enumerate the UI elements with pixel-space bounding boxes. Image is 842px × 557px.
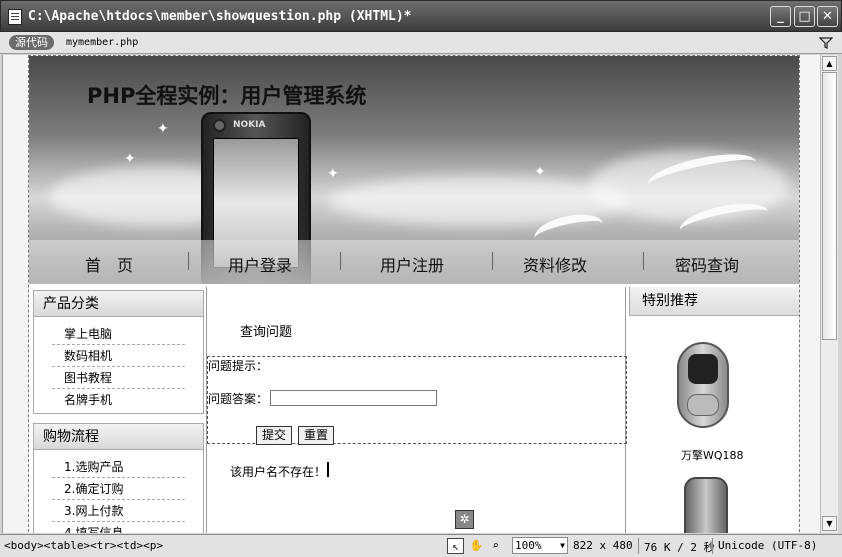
question-hint-label: 问题提示： [208, 359, 269, 373]
flow-item[interactable]: 1.选购产品 [52, 456, 185, 478]
main-content: 查询问题 问题提示： 问题答案： 提交 重置 该用户名不存在！ ✲ [206, 287, 627, 533]
page-table: ✦ ✦ ✦ ✦ PHP全程实例：用户管理系统 NOKIA 首 页 用户登录 用户… [28, 55, 800, 533]
scroll-down-icon[interactable]: ▼ [822, 516, 837, 531]
nav-login[interactable]: 用户登录 [228, 252, 292, 276]
window-title: C:\Apache\htdocs\member\showquestion.php… [28, 9, 412, 24]
nav-separator [188, 252, 189, 270]
encoding: Unicode (UTF-8) [718, 539, 818, 552]
submit-button[interactable]: 提交 [256, 426, 293, 445]
featured-title: 特别推荐 [629, 287, 799, 316]
header-banner: ✦ ✦ ✦ ✦ PHP全程实例：用户管理系统 NOKIA 首 页 用户登录 用户… [29, 56, 799, 284]
reset-button[interactable]: 重置 [298, 426, 335, 445]
window-title-bar: C:\Apache\htdocs\member\showquestion.php… [0, 0, 842, 32]
minimize-button[interactable]: _ [770, 6, 791, 27]
nav-edit-profile[interactable]: 资料修改 [523, 252, 587, 276]
product-screen [688, 354, 718, 384]
category-item[interactable]: 图书教程 [52, 367, 185, 389]
filter-icon[interactable] [819, 36, 833, 50]
sparkle-icon: ✦ [124, 151, 136, 167]
tag-selector[interactable]: <body><table><tr><td><p> [4, 539, 163, 552]
window-size[interactable]: 822 x 480 [573, 539, 633, 552]
zoom-value: 100% [515, 539, 542, 552]
product-keypad [687, 394, 719, 416]
category-item[interactable]: 名牌手机 [52, 389, 185, 411]
flow-item[interactable]: 4.填写信息 [52, 522, 185, 533]
nav-register[interactable]: 用户注册 [380, 252, 444, 276]
document-icon [8, 9, 22, 25]
product-image[interactable] [677, 342, 729, 428]
status-separator [712, 538, 713, 554]
status-separator [638, 538, 639, 554]
category-item[interactable]: 数码相机 [52, 345, 185, 367]
nav-password-query[interactable]: 密码查询 [675, 252, 739, 276]
product-image[interactable] [684, 477, 728, 533]
right-sidebar: 特别推荐 万擎WQ188 [629, 287, 799, 533]
nav-separator [340, 252, 341, 270]
product-categories-box: 产品分类 掌上电脑 数码相机 图书教程 名牌手机 [33, 290, 204, 414]
nav-separator [492, 252, 493, 270]
pointer-tool-icon[interactable]: ↖ [447, 538, 464, 554]
sparkle-icon: ✦ [157, 121, 169, 137]
nav-home[interactable]: 首 页 [85, 252, 133, 276]
page-title: 查询问题 [240, 325, 293, 340]
hand-tool-icon[interactable]: ✋ [468, 538, 485, 554]
error-message: 该用户名不存在！ [230, 465, 327, 479]
related-file-link[interactable]: mymember.php [66, 37, 138, 48]
nav-separator [643, 252, 644, 270]
maximize-button[interactable]: □ [794, 6, 815, 27]
phone-brand: NOKIA [233, 120, 266, 130]
answer-input[interactable] [270, 390, 437, 406]
zoom-tool-icon[interactable]: ⌕ [487, 538, 504, 554]
question-form: 问题提示： 问题答案： 提交 重置 [207, 356, 627, 445]
categories-title: 产品分类 [34, 291, 203, 317]
camera-icon [213, 119, 226, 132]
left-sidebar: 产品分类 掌上电脑 数码相机 图书教程 名牌手机 购物流程 1.选购产品 2.确… [33, 290, 204, 533]
text-cursor [327, 462, 329, 477]
sparkle-icon: ✦ [534, 164, 546, 180]
chevron-down-icon: ▼ [560, 541, 565, 550]
flow-item[interactable]: 3.网上付款 [52, 500, 185, 522]
scroll-thumb[interactable] [822, 72, 837, 340]
scroll-up-icon[interactable]: ▲ [822, 56, 837, 71]
status-bar: <body><table><tr><td><p> ↖ ✋ ⌕ 100% ▼ 82… [0, 534, 842, 557]
banner-title: PHP全程实例：用户管理系统 [87, 84, 367, 108]
answer-label: 问题答案： [208, 392, 269, 406]
product-name[interactable]: 万擎WQ188 [681, 447, 744, 463]
script-anchor-icon[interactable]: ✲ [455, 510, 474, 529]
category-item[interactable]: 掌上电脑 [52, 323, 185, 345]
download-size: 76 K / 2 秒 [644, 541, 715, 554]
flow-item[interactable]: 2.确定订购 [52, 478, 185, 500]
related-files-bar: 源代码 mymember.php [0, 32, 842, 54]
flow-title: 购物流程 [34, 424, 203, 450]
shopping-flow-box: 购物流程 1.选购产品 2.确定订购 3.网上付款 4.填写信息 [33, 423, 204, 533]
zoom-select[interactable]: 100% ▼ [512, 537, 568, 554]
source-code-button[interactable]: 源代码 [9, 35, 54, 50]
main-nav: 首 页 用户登录 用户注册 资料修改 密码查询 [29, 240, 799, 284]
design-canvas[interactable]: ✦ ✦ ✦ ✦ PHP全程实例：用户管理系统 NOKIA 首 页 用户登录 用户… [2, 55, 820, 533]
close-button[interactable]: ✕ [817, 6, 838, 27]
sparkle-icon: ✦ [327, 166, 339, 182]
vertical-scrollbar[interactable]: ▲ ▼ [820, 55, 838, 533]
